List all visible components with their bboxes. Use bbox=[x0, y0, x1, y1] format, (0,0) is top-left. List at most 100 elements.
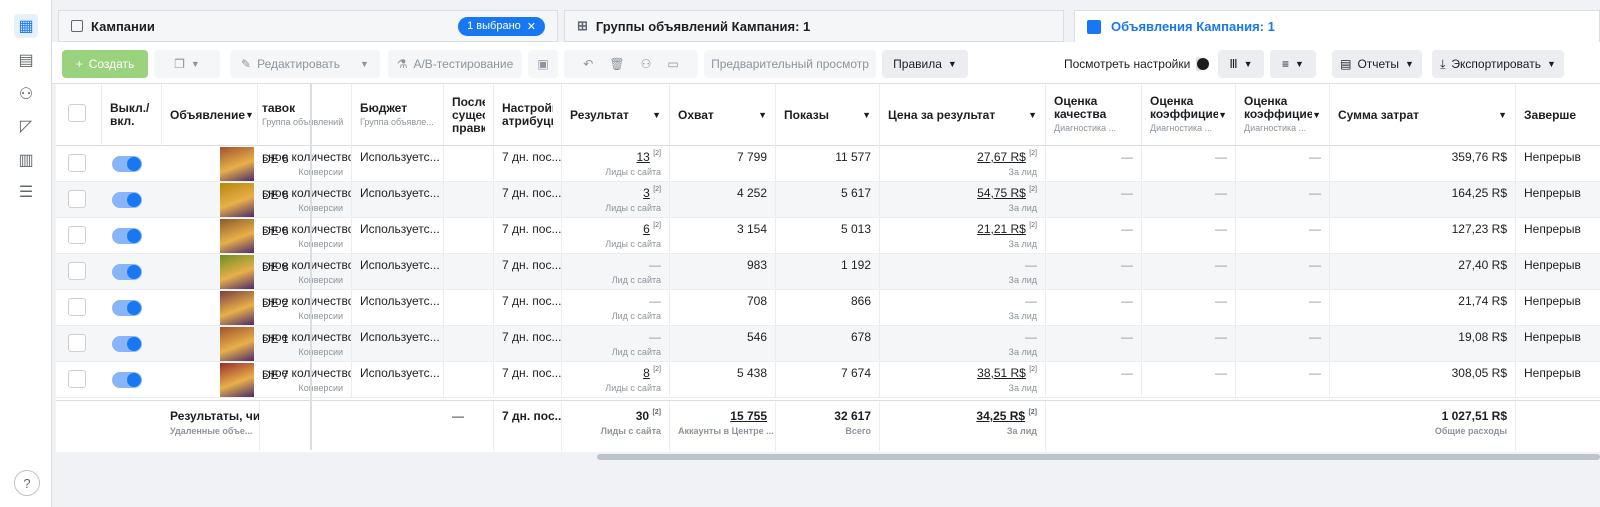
table-header: Выкл./ вкл. Объявление ▼ тавок Группа объя… bbox=[56, 84, 1600, 146]
ad-toggle-switch[interactable] bbox=[112, 300, 142, 316]
totals-reach-value[interactable]: 15 755 bbox=[730, 409, 767, 423]
cpr-value[interactable]: 21,21 R$ bbox=[977, 222, 1026, 236]
col-engagement[interactable]: Оценка коэффициент вовлеченно Диагностика… bbox=[1142, 84, 1236, 146]
cpr-value[interactable]: 27,67 R$ bbox=[977, 150, 1026, 164]
level-tabs: Кампании 1 выбрано ✕ ⊞ Группы объявлений… bbox=[58, 10, 1600, 42]
clipboard-button[interactable]: ▣ bbox=[528, 50, 558, 78]
ad-toggle-switch[interactable] bbox=[112, 336, 142, 352]
menu-icon[interactable]: ☰ bbox=[14, 180, 38, 204]
impressions-cell: 678 bbox=[776, 326, 880, 362]
undo-icon[interactable]: ↶ bbox=[583, 57, 593, 71]
row-checkbox[interactable] bbox=[68, 262, 86, 280]
table-row[interactable]: DE 1 ьное количество Конверсии Используетс.… bbox=[56, 326, 1600, 362]
ad-thumbnail[interactable] bbox=[220, 219, 254, 253]
create-button[interactable]: + Создать bbox=[62, 50, 148, 78]
col-last-change[interactable]: Послед существ правка bbox=[444, 84, 494, 146]
totals-spend: 1 027,51 R$ Общие расходы bbox=[1330, 401, 1516, 451]
cpr-value[interactable]: 38,51 R$ bbox=[977, 366, 1026, 380]
ad-toggle-switch[interactable] bbox=[112, 192, 142, 208]
selected-chip[interactable]: 1 выбрано ✕ bbox=[458, 16, 545, 36]
col-spend[interactable]: Сумма затрат ▼ bbox=[1330, 84, 1516, 146]
tab-ads[interactable]: Объявления Кампания: 1 bbox=[1074, 10, 1600, 42]
table-row[interactable]: DE 8 ьное количество Конверсии Используетс.… bbox=[56, 254, 1600, 290]
col-ends[interactable]: Заверше bbox=[1516, 84, 1600, 146]
budget-cell: Используетс... bbox=[352, 218, 444, 254]
attribution-cell: 7 дн. пос... bbox=[494, 254, 562, 290]
ad-toggle-switch[interactable] bbox=[112, 228, 142, 244]
select-all-checkbox[interactable] bbox=[68, 104, 86, 122]
row-checkbox[interactable] bbox=[68, 298, 86, 316]
edit-button[interactable]: ✎ Редактировать ▼ bbox=[230, 50, 380, 78]
col-impressions-label: Показы bbox=[784, 108, 829, 122]
result-value[interactable]: 6 bbox=[643, 222, 650, 236]
table-row[interactable]: DE 7 ьное количество Конверсии Используетс.… bbox=[56, 362, 1600, 398]
ad-toggle-switch[interactable] bbox=[112, 264, 142, 280]
table-row[interactable]: DE 2 ьное количество Конверсии Используетс.… bbox=[56, 290, 1600, 326]
view-settings-toggle[interactable]: Посмотреть настройки bbox=[1056, 50, 1210, 78]
close-icon[interactable]: ✕ bbox=[527, 20, 536, 33]
result-value[interactable]: 8 bbox=[643, 366, 650, 380]
row-checkbox[interactable] bbox=[68, 190, 86, 208]
col-onoff[interactable]: Выкл./ вкл. bbox=[102, 84, 162, 146]
ad-toggle-switch[interactable] bbox=[112, 372, 142, 388]
row-checkbox[interactable] bbox=[68, 334, 86, 352]
reports-button[interactable]: ▤ Отчеты ▼ bbox=[1332, 50, 1422, 78]
ad-thumbnail[interactable] bbox=[220, 255, 254, 289]
duplicate-button[interactable]: ❐ ▼ bbox=[154, 50, 220, 78]
columns-button[interactable]: Ⅲ ▼ bbox=[1218, 50, 1264, 78]
horizontal-scrollbar[interactable] bbox=[597, 454, 1600, 460]
row-checkbox[interactable] bbox=[68, 370, 86, 388]
comment-icon[interactable]: ▭ bbox=[667, 57, 678, 71]
audience-icon[interactable]: ⚇ bbox=[14, 82, 38, 106]
col-cost-per-result[interactable]: Цена за результат ▼ bbox=[880, 84, 1046, 146]
toggle-switch[interactable] bbox=[1196, 57, 1209, 71]
result-value: — bbox=[649, 294, 661, 308]
table-row[interactable]: DE 6 ьное количество Конверсии Используетс.… bbox=[56, 182, 1600, 218]
tab-adsets[interactable]: ⊞ Группы объявлений Кампания: 1 bbox=[564, 10, 1064, 42]
ab-test-button[interactable]: ⚗ A/B-тестирование bbox=[388, 50, 522, 78]
result-value[interactable]: 3 bbox=[643, 186, 650, 200]
breakdown-button[interactable]: ≡ ▼ bbox=[1270, 50, 1316, 78]
trash-icon[interactable]: 🗑 bbox=[609, 57, 624, 71]
col-impressions[interactable]: Показы ▼ bbox=[776, 84, 880, 146]
rules-button[interactable]: Правила ▼ bbox=[882, 50, 968, 78]
grid-table-icon[interactable]: ▦ bbox=[14, 14, 38, 38]
totals-cpr-value[interactable]: 34,25 R$ bbox=[976, 409, 1025, 423]
conversion-cell: — bbox=[1236, 146, 1330, 182]
ad-thumbnail[interactable] bbox=[220, 291, 254, 325]
row-checkbox[interactable] bbox=[68, 226, 86, 244]
totals-result-sub: Лиды с сайта bbox=[600, 426, 661, 436]
help-icon[interactable]: ? bbox=[14, 470, 40, 496]
col-quality[interactable]: Оценка качества Диагностика ... bbox=[1046, 84, 1142, 146]
col-conversion[interactable]: Оценка коэффициент конверсии Диагностика … bbox=[1236, 84, 1330, 146]
chevron-down-icon: ▼ bbox=[1243, 59, 1253, 69]
preview-button[interactable]: Предварительный просмотр bbox=[704, 50, 876, 78]
col-quality-label: Оценка качества bbox=[1054, 95, 1107, 121]
export-button[interactable]: ⤓ Экспортировать ▼ bbox=[1432, 50, 1564, 78]
ad-thumbnail[interactable] bbox=[220, 183, 254, 217]
tab-campaigns[interactable]: Кампании 1 выбрано ✕ bbox=[58, 10, 558, 42]
col-result[interactable]: Результат ▼ bbox=[562, 84, 670, 146]
ad-thumbnail[interactable] bbox=[220, 327, 254, 361]
pages-icon[interactable]: ▤ bbox=[14, 48, 38, 72]
col-budget[interactable]: Бюджет Группа объявле... bbox=[352, 84, 444, 146]
ad-toggle-switch[interactable] bbox=[112, 156, 142, 172]
col-attribution[interactable]: Настройка атрибуции bbox=[494, 84, 562, 146]
people-icon[interactable]: ⚇ bbox=[641, 57, 652, 71]
ad-thumbnail[interactable] bbox=[220, 147, 254, 181]
cpr-value[interactable]: 54,75 R$ bbox=[977, 186, 1026, 200]
table-row[interactable]: DE 6 ьное количество Конверсии Используетс.… bbox=[56, 218, 1600, 254]
col-ad[interactable]: Объявление ▼ bbox=[162, 84, 258, 146]
result-value[interactable]: 13 bbox=[637, 150, 650, 164]
col-bid[interactable]: тавок Группа объявлений bbox=[260, 84, 352, 146]
megaphone-icon[interactable]: ◸ bbox=[14, 114, 38, 138]
reports-icon[interactable]: ▥ bbox=[14, 148, 38, 172]
frozen-column-divider bbox=[310, 84, 312, 450]
result-cell: 3 [2] Лиды с сайта bbox=[562, 182, 670, 218]
footnote-mark: [2] bbox=[1029, 150, 1037, 157]
sort-caret-icon: ▼ bbox=[245, 110, 254, 120]
col-reach[interactable]: Охват ▼ bbox=[670, 84, 776, 146]
row-checkbox[interactable] bbox=[68, 154, 86, 172]
ad-thumbnail[interactable] bbox=[220, 363, 254, 397]
table-row[interactable]: DE 6 ьное количество Конверсии Используетс.… bbox=[56, 146, 1600, 182]
